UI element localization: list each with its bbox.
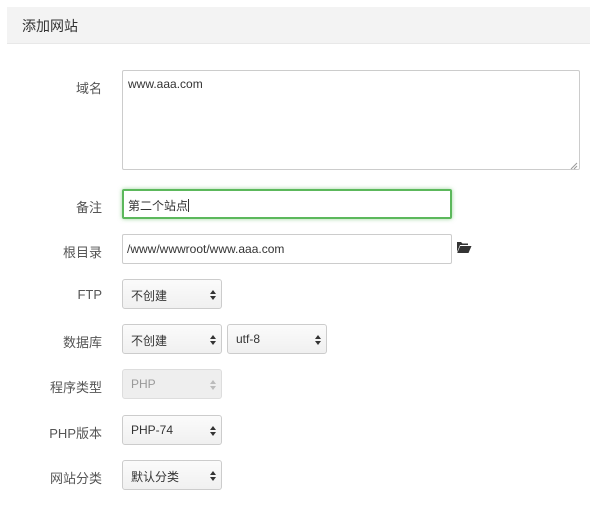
- category-selected: 默认分类: [131, 470, 180, 484]
- remark-label: 备注: [75, 200, 102, 215]
- select-arrows-icon: [210, 289, 216, 301]
- program-type-selected: PHP: [131, 377, 156, 391]
- root-dir-input[interactable]: /www/wwwroot/www.aaa.com: [122, 234, 452, 264]
- php-version-select[interactable]: PHP-74: [122, 415, 222, 445]
- select-arrows-icon: [315, 334, 321, 346]
- dialog-title-bar: 添加网站: [7, 7, 590, 44]
- ftp-label: FTP: [77, 287, 102, 302]
- charset-select[interactable]: utf-8: [227, 324, 327, 354]
- select-arrows-icon: [210, 379, 216, 391]
- remark-value: 第二个站点: [128, 199, 189, 213]
- category-label: 网站分类: [49, 471, 102, 486]
- charset-selected: utf-8: [236, 332, 261, 346]
- database-select[interactable]: 不创建: [122, 324, 222, 354]
- category-select[interactable]: 默认分类: [122, 460, 222, 490]
- text-caret: [188, 199, 190, 212]
- select-arrows-icon: [210, 334, 216, 346]
- remark-input[interactable]: 第二个站点: [122, 189, 452, 219]
- database-selected: 不创建: [131, 334, 168, 348]
- ftp-select[interactable]: 不创建: [122, 279, 222, 309]
- resize-grip-icon[interactable]: [569, 159, 578, 170]
- root-dir-label: 根目录: [62, 245, 102, 260]
- select-arrows-icon: [210, 470, 216, 482]
- select-arrows-icon: [210, 425, 216, 437]
- database-label: 数据库: [62, 335, 102, 350]
- folder-open-icon[interactable]: [456, 240, 472, 256]
- php-version-label: PHP版本: [49, 426, 102, 441]
- domain-textarea[interactable]: www.aaa.com: [122, 70, 580, 170]
- domain-label: 域名: [75, 81, 102, 96]
- ftp-selected: 不创建: [131, 289, 168, 303]
- add-site-dialog: 添加网站 域名 www.aaa.com 备注 第二个站点 根目录 /www/ww…: [0, 0, 597, 506]
- dialog-title: 添加网站: [22, 18, 78, 34]
- program-type-label: 程序类型: [49, 380, 102, 395]
- program-type-select: PHP: [122, 369, 222, 399]
- domain-value: www.aaa.com: [128, 77, 203, 91]
- php-version-selected: PHP-74: [131, 423, 174, 437]
- root-dir-value: /www/wwwroot/www.aaa.com: [127, 242, 285, 256]
